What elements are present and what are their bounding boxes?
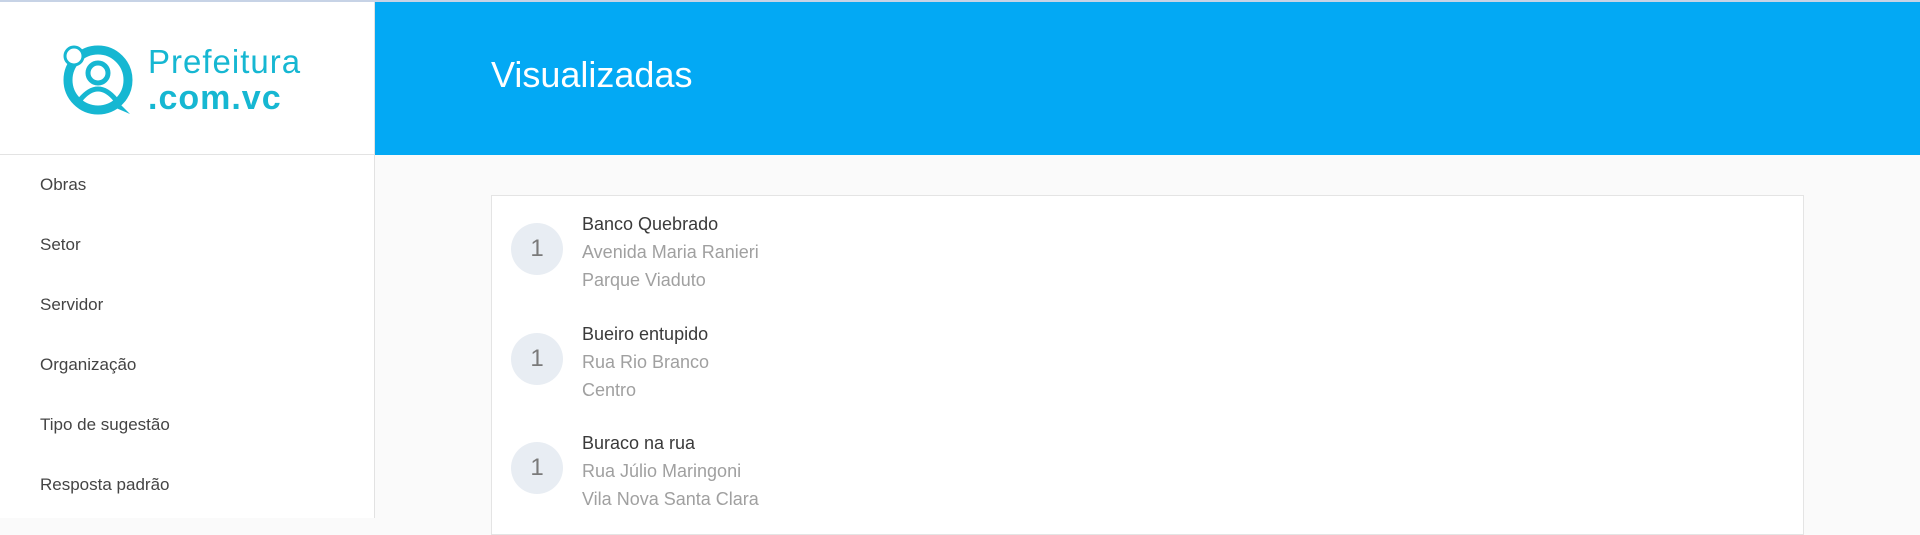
- page-header: Visualizadas: [375, 2, 1920, 155]
- sidebar: Prefeitura .com.vc Obras Setor Servidor …: [0, 2, 375, 518]
- list-item[interactable]: 1 Bueiro entupido Rua Rio Branco Centro: [492, 306, 1803, 406]
- brand-line2: .com.vc: [148, 79, 282, 117]
- item-title: Bueiro entupido: [582, 324, 709, 344]
- item-street: Rua Rio Branco: [582, 352, 710, 372]
- count-badge: 1: [511, 442, 563, 494]
- item-title: Buraco na rua: [582, 433, 696, 453]
- citizen-speech-icon: [63, 45, 133, 115]
- sidebar-item-servidor[interactable]: Servidor: [0, 275, 374, 335]
- list-item-text: Buraco na rua Rua Júlio Maringoni Vila N…: [582, 429, 759, 513]
- item-district: Vila Nova Santa Clara: [582, 489, 759, 509]
- sidebar-item-resposta-padrao[interactable]: Resposta padrão: [0, 455, 374, 515]
- sidebar-item-tipo-de-sugestao[interactable]: Tipo de sugestão: [0, 395, 374, 455]
- sidebar-nav: Obras Setor Servidor Organização Tipo de…: [0, 155, 374, 515]
- list-item[interactable]: 1 Buraco na rua Rua Júlio Maringoni Vila…: [492, 415, 1803, 515]
- item-street: Rua Júlio Maringoni: [582, 461, 742, 481]
- suggestion-list: 1 Banco Quebrado Avenida Maria Ranieri P…: [491, 195, 1804, 535]
- list-item[interactable]: 1 Banco Quebrado Avenida Maria Ranieri P…: [492, 196, 1803, 296]
- sidebar-item-setor[interactable]: Setor: [0, 215, 374, 275]
- sidebar-item-organizacao[interactable]: Organização: [0, 335, 374, 395]
- item-title: Banco Quebrado: [582, 214, 719, 234]
- brand-line1: Prefeitura: [148, 43, 302, 80]
- list-item-text: Bueiro entupido Rua Rio Branco Centro: [582, 320, 709, 404]
- brand-name: Prefeitura .com.vc: [148, 43, 302, 117]
- list-item-text: Banco Quebrado Avenida Maria Ranieri Par…: [582, 210, 759, 294]
- count-badge: 1: [511, 333, 563, 385]
- item-street: Avenida Maria Ranieri: [582, 242, 759, 262]
- item-district: Centro: [582, 380, 637, 400]
- page-title: Visualizadas: [491, 54, 693, 95]
- count-badge: 1: [511, 223, 563, 275]
- logo[interactable]: Prefeitura .com.vc: [0, 2, 374, 155]
- sidebar-item-obras[interactable]: Obras: [0, 155, 374, 215]
- item-district: Parque Viaduto: [582, 270, 706, 290]
